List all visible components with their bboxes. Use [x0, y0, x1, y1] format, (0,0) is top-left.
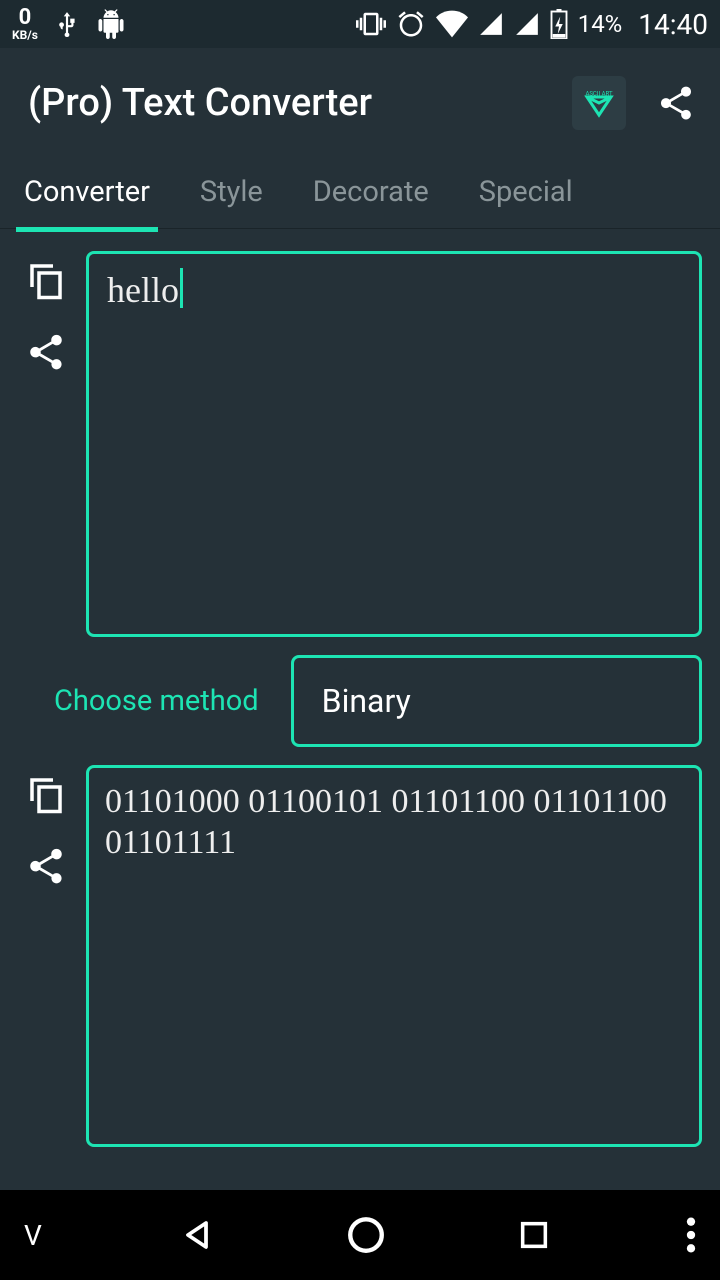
- share-output-icon[interactable]: [25, 845, 67, 887]
- share-icon[interactable]: [656, 83, 696, 123]
- copy-output-icon[interactable]: [25, 773, 67, 815]
- wifi-icon: [436, 10, 468, 38]
- signal-2-icon: [514, 11, 540, 37]
- nav-keyboard-icon[interactable]: V: [24, 1219, 45, 1252]
- nav-menu-icon[interactable]: [686, 1215, 696, 1255]
- tab-style[interactable]: Style: [196, 157, 267, 229]
- vibrate-icon: [356, 9, 386, 39]
- battery-icon: [550, 9, 568, 39]
- clock-time: 14:40: [638, 8, 708, 41]
- network-speed: 0 KB/s: [12, 7, 38, 41]
- method-label: Choose method: [54, 684, 259, 718]
- tab-decorate[interactable]: Decorate: [309, 157, 433, 229]
- android-icon: [96, 9, 126, 39]
- app-title: (Pro) Text Converter: [28, 81, 372, 125]
- share-input-icon[interactable]: [25, 331, 67, 373]
- signal-1-icon: [478, 11, 504, 37]
- app-bar: (Pro) Text Converter ASCII ART: [0, 48, 720, 158]
- nav-back-icon[interactable]: [179, 1217, 215, 1253]
- text-cursor: [180, 268, 183, 308]
- status-bar: 0 KB/s 14% 14:40: [0, 0, 720, 48]
- usb-icon: [54, 6, 80, 42]
- navigation-bar: V: [0, 1190, 720, 1280]
- copy-input-icon[interactable]: [25, 259, 67, 301]
- input-textarea[interactable]: hello: [86, 251, 702, 637]
- output-text: 01101000 01100101 01101100 01101100 0110…: [105, 783, 667, 861]
- app-logo-button[interactable]: ASCII ART: [572, 76, 626, 130]
- nav-home-icon[interactable]: [345, 1214, 387, 1256]
- tab-special[interactable]: Special: [475, 157, 577, 229]
- method-select[interactable]: Binary: [291, 655, 702, 747]
- alarm-icon: [396, 9, 426, 39]
- output-textarea[interactable]: 01101000 01100101 01101100 01101100 0110…: [86, 765, 702, 1147]
- tab-converter[interactable]: Converter: [20, 157, 154, 229]
- input-text: hello: [107, 270, 179, 310]
- nav-recent-icon[interactable]: [517, 1218, 551, 1252]
- tabs: Converter Style Decorate Special: [0, 158, 720, 228]
- battery-percent: 14%: [578, 10, 623, 38]
